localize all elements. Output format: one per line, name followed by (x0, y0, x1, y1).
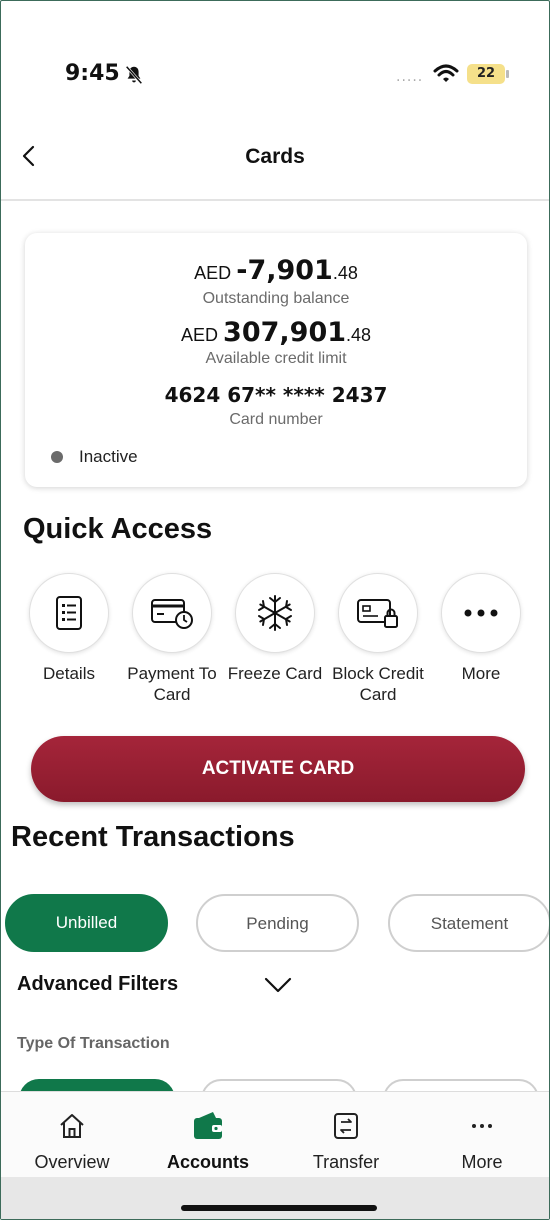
document-icon (56, 596, 82, 630)
card-clock-icon (151, 599, 193, 629)
nav-more[interactable]: More (427, 1108, 537, 1173)
more-options-button[interactable] (441, 573, 521, 653)
more-dots-icon (472, 1124, 492, 1128)
transfer-icon (334, 1113, 358, 1139)
recent-transactions-title: Recent Transactions (11, 821, 295, 853)
nav-label: More (461, 1152, 503, 1172)
card-number: 4624 67** **** 2437 (164, 383, 388, 407)
currency-code: AED (180, 325, 218, 345)
available-credit-label: Available credit limit (205, 350, 347, 367)
home-indicator[interactable] (181, 1205, 377, 1211)
amount-decimal: .48 (332, 263, 358, 283)
tab-unbilled[interactable]: Unbilled (5, 894, 168, 952)
quick-access-freeze[interactable]: Freeze Card (223, 573, 327, 684)
status-dot-icon (51, 451, 63, 463)
top-header: Cards (1, 111, 549, 201)
quick-access-label: Payment To Card (127, 664, 217, 704)
status-time: 9:45 (65, 61, 120, 86)
block-credit-card-button[interactable] (338, 573, 418, 653)
snowflake-icon (258, 595, 292, 631)
tab-statement[interactable]: Statement (388, 894, 549, 952)
nav-label: Accounts (166, 1152, 249, 1172)
quick-access-label: Details (43, 664, 95, 683)
signal-indicator: ..... (396, 69, 424, 85)
card-lock-icon (357, 599, 398, 628)
freeze-card-button[interactable] (235, 573, 315, 653)
card-summary: AED -7,901.48 Outstanding balance AED 30… (25, 233, 527, 487)
quick-access-payment[interactable]: Payment To Card (120, 573, 224, 705)
nav-label: Transfer (312, 1152, 380, 1172)
more-dots-icon (464, 609, 498, 617)
outstanding-balance-amount: AED -7,901.48 (25, 255, 527, 286)
nav-accounts[interactable]: Accounts (153, 1108, 263, 1173)
activate-card-button[interactable]: ACTIVATE CARD (31, 736, 525, 802)
advanced-filters-label[interactable]: Advanced Filters (17, 973, 178, 996)
currency-code: AED (194, 263, 232, 283)
outstanding-balance-label: Outstanding balance (202, 290, 350, 307)
tab-pending[interactable]: Pending (196, 894, 359, 952)
wallet-icon (194, 1112, 222, 1139)
battery-indicator: 22 (467, 64, 509, 84)
amount-integer: 307,901 (223, 317, 347, 348)
quick-access-title: Quick Access (23, 513, 213, 545)
quick-access-block[interactable]: Block Credit Card (326, 573, 430, 705)
page-title: Cards (245, 145, 305, 168)
quick-access-details[interactable]: Details (17, 573, 121, 684)
home-indicator-area (1, 1177, 549, 1219)
quick-access-more[interactable]: More (429, 573, 533, 684)
card-number-label: Card number (229, 411, 323, 428)
home-icon (60, 1114, 84, 1138)
card-status: Inactive (79, 447, 138, 466)
amount-integer: -7,901 (236, 255, 333, 286)
amount-decimal: .48 (346, 325, 372, 345)
payment-to-card-button[interactable] (132, 573, 212, 653)
wifi-icon (433, 64, 459, 82)
app-screen: 9:45 ..... 22 Cards AED -7,901.48 Outsta… (0, 0, 550, 1220)
quick-access-label: Freeze Card (227, 664, 323, 683)
nav-label: Overview (34, 1152, 110, 1172)
details-button[interactable] (29, 573, 109, 653)
nav-overview[interactable]: Overview (17, 1108, 127, 1173)
quick-access-label: Block Credit Card (332, 664, 424, 704)
chevron-down-icon[interactable] (263, 975, 293, 995)
nav-transfer[interactable]: Transfer (291, 1108, 401, 1173)
bell-muted-icon (125, 65, 143, 85)
status-bar: 9:45 ..... 22 (1, 1, 549, 111)
available-credit-amount: AED 307,901.48 (25, 317, 527, 348)
type-of-transaction-label: Type Of Transaction (17, 1035, 170, 1052)
quick-access-label: More (461, 664, 501, 683)
